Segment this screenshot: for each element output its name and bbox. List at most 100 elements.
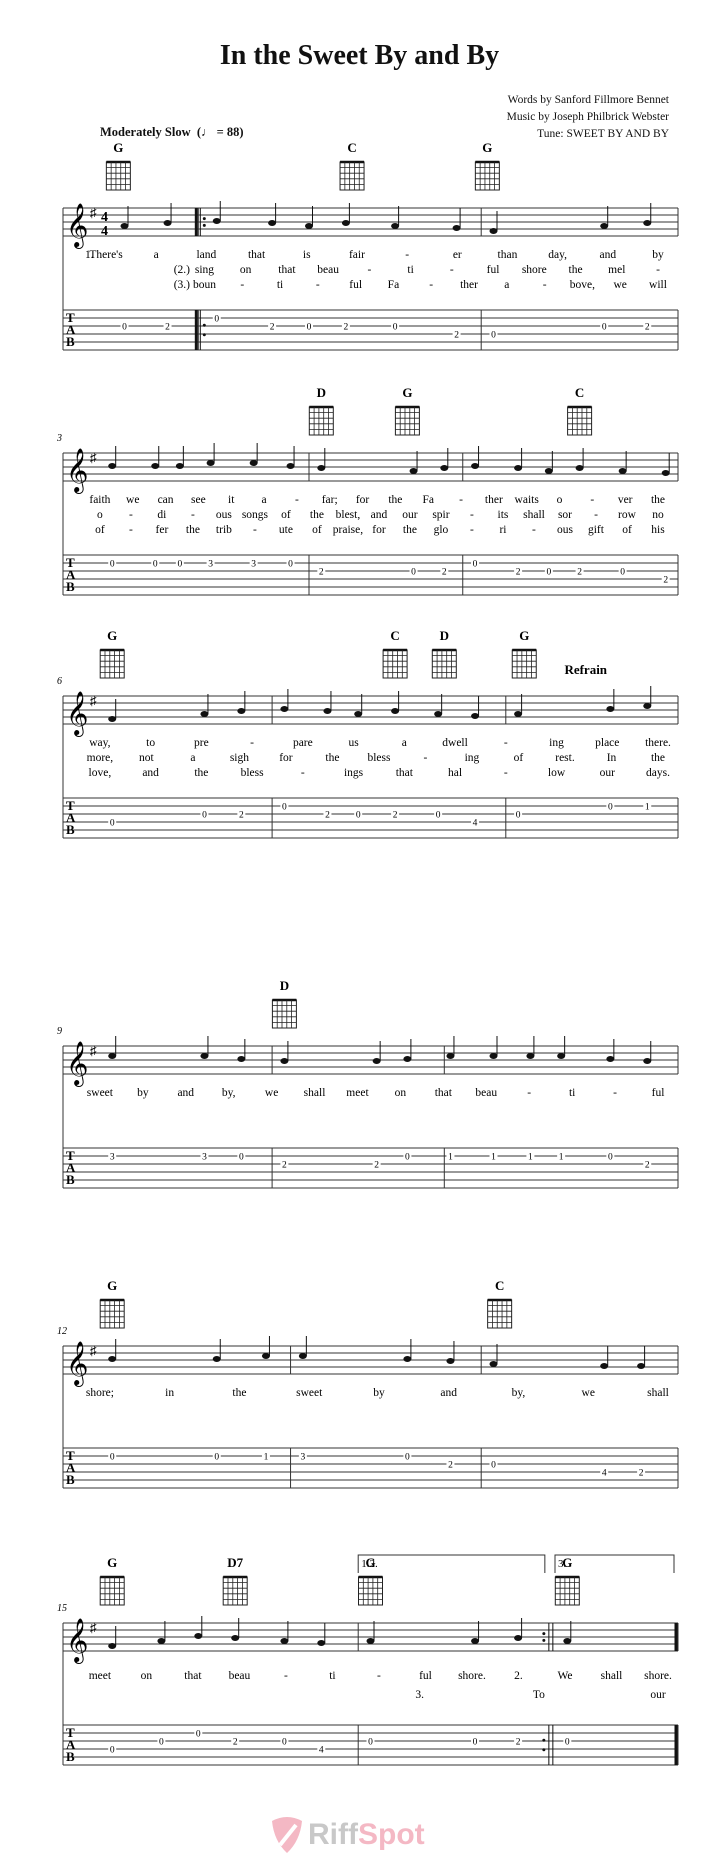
lyric-syllable: ful bbox=[419, 1670, 432, 1682]
lyric-syllable: will bbox=[649, 279, 667, 291]
note-head bbox=[366, 1638, 375, 1644]
note-head bbox=[231, 1635, 240, 1641]
tab-fret-number: 3 bbox=[202, 1153, 207, 1163]
tab-fret-number: 3 bbox=[208, 560, 213, 570]
lyric-syllable: the bbox=[232, 1387, 246, 1399]
lyric-syllable: o bbox=[557, 494, 563, 506]
key-sharp-icon: ♯ bbox=[90, 1043, 97, 1058]
lyric-syllable: way, bbox=[89, 737, 110, 749]
verse-number: (2.) bbox=[174, 264, 190, 276]
lyric-syllable: us bbox=[348, 737, 359, 749]
tab-fret-number: 2 bbox=[374, 1161, 379, 1171]
chord-name: G bbox=[402, 385, 412, 400]
chord-name: G bbox=[107, 1555, 117, 1570]
note-head bbox=[280, 1638, 289, 1644]
lyric-syllable: 3. bbox=[415, 1689, 424, 1701]
lyric-syllable: pare bbox=[293, 737, 313, 749]
lyric-syllable: the bbox=[186, 524, 200, 536]
note-head bbox=[280, 706, 289, 712]
treble-clef-icon: 𝄞 bbox=[66, 1619, 88, 1664]
chord-name: G bbox=[113, 140, 123, 155]
lyric-syllable: - bbox=[405, 249, 409, 261]
tab-fret-number: 3 bbox=[300, 1453, 305, 1463]
lyric-syllable: - bbox=[450, 264, 454, 276]
tab-fret-number: 0 bbox=[214, 1453, 219, 1463]
lyric-syllable: There's bbox=[89, 249, 123, 261]
note-head bbox=[108, 1643, 117, 1649]
lyric-syllable: - bbox=[543, 279, 547, 291]
note-head bbox=[637, 1363, 646, 1369]
tab-fret-number: 0 bbox=[202, 811, 207, 821]
chord-diagram-C: C bbox=[382, 628, 408, 679]
note-head bbox=[341, 220, 350, 226]
tab-fret-number: 4 bbox=[602, 1469, 607, 1479]
lyric-syllable: gift bbox=[588, 524, 605, 536]
lyric-syllable: sigh bbox=[230, 752, 249, 764]
riffspot-watermark: Riff Spot bbox=[270, 1815, 425, 1855]
tab-fret-number: 0 bbox=[159, 1738, 164, 1748]
tab-fret-number: 0 bbox=[473, 560, 478, 570]
tab-fret-number: 0 bbox=[196, 1730, 201, 1740]
lyric-syllable: - bbox=[470, 509, 474, 521]
tab-fret-number: 0 bbox=[491, 331, 496, 341]
lyric-syllable: we bbox=[613, 279, 626, 291]
lyric-syllable: - bbox=[594, 509, 598, 521]
words-credit: Words by Sanford Fillmore Bennet bbox=[507, 94, 669, 106]
tab-clef: B bbox=[66, 1172, 75, 1187]
lyric-syllable: - bbox=[532, 524, 536, 536]
credits: Words by Sanford Fillmore Bennet Music b… bbox=[507, 92, 669, 143]
lyric-syllable: beau bbox=[229, 1670, 251, 1682]
chord-diagram-D: D bbox=[308, 385, 334, 436]
note-head bbox=[108, 463, 117, 469]
tab-clef: B bbox=[66, 334, 75, 349]
tab-fret-number: 0 bbox=[491, 1461, 496, 1471]
note-head bbox=[434, 711, 443, 717]
lyric-syllable: and bbox=[177, 1087, 194, 1099]
lyric-syllable: the bbox=[325, 752, 339, 764]
tab-clef: B bbox=[66, 1472, 75, 1487]
lyric-syllable: dwell bbox=[442, 737, 468, 749]
lyric-syllable: we bbox=[126, 494, 139, 506]
note-head bbox=[200, 1053, 209, 1059]
lyric-syllable: that bbox=[278, 264, 296, 276]
lyric-syllable: 2. bbox=[514, 1670, 523, 1682]
tab-fret-number: 0 bbox=[153, 560, 158, 570]
music-credit: Music by Joseph Philbrick Webster bbox=[506, 111, 669, 123]
tab-fret-number: 0 bbox=[177, 560, 182, 570]
chord-name: D bbox=[440, 628, 449, 643]
lyric-syllable: ther bbox=[460, 279, 478, 291]
lyric-syllable: - bbox=[429, 279, 433, 291]
note-head bbox=[206, 460, 215, 466]
note-head bbox=[391, 708, 400, 714]
tab-fret-number: 0 bbox=[239, 1153, 244, 1163]
lyric-syllable: meet bbox=[346, 1087, 369, 1099]
lyric-syllable: ing bbox=[465, 752, 480, 764]
note-head bbox=[317, 465, 326, 471]
lyric-syllable: and bbox=[600, 249, 617, 261]
chord-diagram-G: G bbox=[99, 1278, 125, 1329]
lyric-syllable: In bbox=[607, 752, 617, 764]
tab-fret-number: 0 bbox=[620, 568, 625, 578]
lyric-syllable: ful bbox=[349, 279, 362, 291]
tab-fret-number: 2 bbox=[319, 568, 324, 578]
key-sharp-icon: ♯ bbox=[90, 693, 97, 708]
note-head bbox=[403, 1356, 412, 1362]
lyric-syllable: shall bbox=[601, 1670, 623, 1682]
note-head bbox=[108, 1356, 117, 1362]
lyric-syllable: - bbox=[253, 524, 257, 536]
note-head bbox=[600, 1363, 609, 1369]
ending-bracket bbox=[554, 1554, 675, 1573]
tab-fret-number: 0 bbox=[516, 811, 521, 821]
note-head bbox=[120, 223, 129, 229]
tab-fret-number: 0 bbox=[110, 1746, 115, 1756]
lyric-syllable: we bbox=[582, 1387, 595, 1399]
tab-fret-number: 2 bbox=[165, 323, 170, 333]
lyric-syllable: ti bbox=[329, 1670, 335, 1682]
note-head bbox=[175, 463, 184, 469]
lyric-syllable: - bbox=[656, 264, 660, 276]
measure-number: 6 bbox=[57, 676, 62, 687]
tab-fret-number: 0 bbox=[405, 1453, 410, 1463]
tab-clef: B bbox=[66, 822, 75, 837]
chord-diagram-C: C bbox=[339, 140, 365, 191]
lyric-syllable: that bbox=[396, 767, 414, 779]
